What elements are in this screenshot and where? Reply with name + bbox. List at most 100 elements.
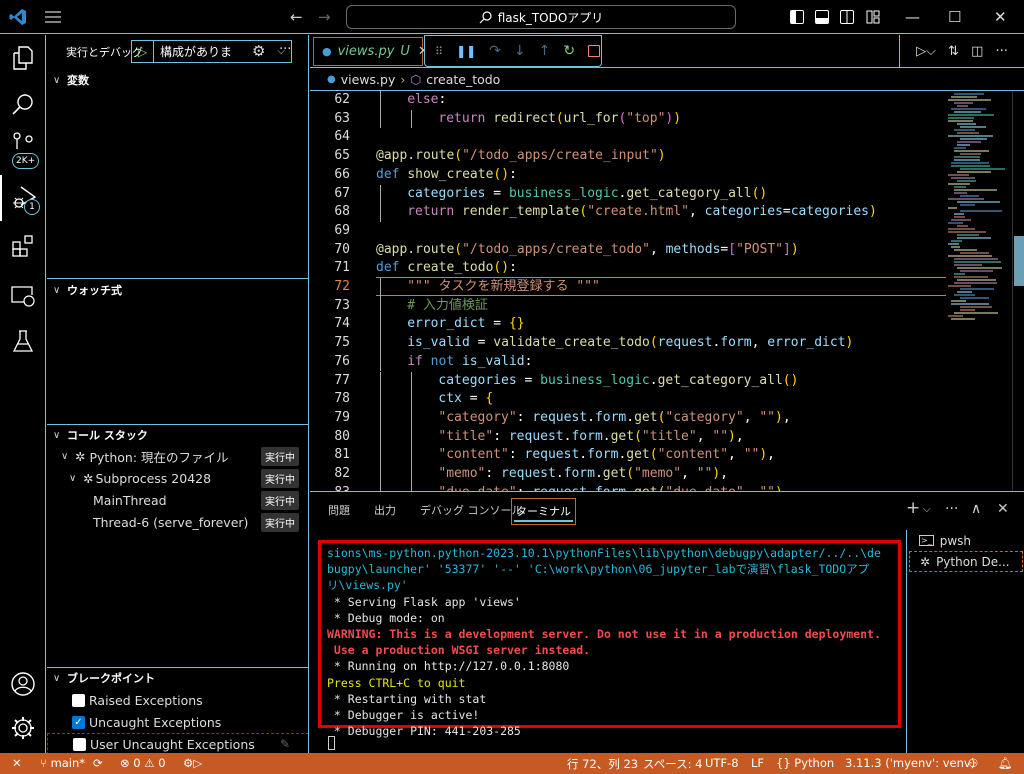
code-line[interactable]: 83 "due_date": request.form.get("due_date… — [310, 483, 946, 491]
debug-status-icon[interactable]: ⚙▷ — [183, 756, 202, 770]
step-over-icon[interactable]: ↷ — [489, 43, 501, 59]
new-terminal-icon[interactable]: + — [906, 498, 920, 518]
problems-item[interactable]: ⊗ 0 ⚠ 0 — [120, 756, 166, 770]
start-debugging-icon[interactable]: ▷ — [132, 41, 154, 62]
breakpoints-section-header[interactable]: ∨ ブレークポイント — [47, 667, 309, 689]
close-button[interactable]: ✕ — [994, 8, 1007, 26]
code-line[interactable]: 64 — [310, 128, 946, 147]
remote-indicator-icon[interactable]: ✕ — [12, 756, 22, 770]
code-line[interactable]: 66 def show_create(): — [310, 166, 946, 185]
code-line[interactable]: 63 return redirect(url_for("top")) — [310, 109, 946, 129]
tab-views-py[interactable]: ● views.py U ✕ — [313, 37, 429, 66]
checkbox-checked[interactable]: ✓ — [72, 715, 85, 729]
indentation[interactable]: スペース: 4 — [643, 756, 702, 772]
cursor-position[interactable]: 行 72、列 23 — [567, 756, 638, 772]
open-changes-icon[interactable]: ⇅ — [948, 44, 959, 59]
notifications-bell-icon[interactable]: 🔔︎ — [998, 756, 1013, 770]
more-actions-icon[interactable]: ··· — [279, 42, 291, 57]
breakpoint-raised-exceptions[interactable]: Raised Exceptions — [47, 689, 309, 711]
maximize-panel-icon[interactable]: ∧ — [971, 501, 981, 517]
breadcrumb-file[interactable]: views.py — [341, 72, 396, 87]
terminal-output[interactable]: sions\ms-python.python-2023.10.1\pythonF… — [318, 540, 901, 738]
edit-pencil-icon[interactable]: ✎ — [280, 737, 290, 751]
breakpoint-user-uncaught-exceptions[interactable]: User Uncaught Exceptions ✎ — [47, 733, 309, 755]
branch-item[interactable]: ⑂ main* — [40, 756, 85, 770]
code-line[interactable]: 69 — [310, 222, 946, 241]
checkbox[interactable] — [73, 737, 86, 751]
breakpoint-uncaught-exceptions[interactable]: ✓ Uncaught Exceptions — [47, 711, 309, 733]
code-line[interactable]: 67 categories = business_logic.get_catego… — [310, 184, 946, 204]
command-center-search[interactable]: flask_TODOアプリ — [346, 5, 736, 29]
code-line[interactable]: 78 ctx = { — [310, 390, 946, 409]
code-line[interactable]: 77 categories = business_logic.get_catego… — [310, 371, 946, 391]
variables-section-header[interactable]: ∨ 変数 — [47, 69, 309, 91]
code-line[interactable]: 75 is_valid = validate_create_todo(reques… — [310, 334, 946, 353]
encoding[interactable]: UTF-8 — [705, 756, 739, 770]
forward-button[interactable]: → — [318, 8, 331, 26]
split-editor-icon[interactable]: ◫ — [971, 44, 983, 59]
watch-section-header[interactable]: ∨ ウォッチ式 — [47, 279, 309, 301]
language-mode[interactable]: {} Python — [776, 756, 834, 770]
drag-handle-icon[interactable]: ⠿ — [435, 45, 443, 58]
terminal-pwsh[interactable]: >_ pwsh — [909, 530, 1023, 551]
tab-terminal[interactable]: ターミナル — [511, 498, 576, 525]
call-stack-session[interactable]: ∨ ✲ Subprocess 20428 実行中 — [47, 467, 309, 489]
call-stack-session[interactable]: ∨ ✲ Python: 現在のファイル 実行中 — [47, 445, 309, 467]
code-line[interactable]: 71 def create_todo(): — [310, 259, 946, 278]
terminal-python-debug[interactable]: ✲ Python De... — [909, 551, 1023, 572]
minimize-button[interactable]: — — [905, 8, 920, 26]
call-stack-thread[interactable]: MainThread 実行中 — [47, 489, 309, 511]
sync-icon[interactable]: ⟳ — [93, 756, 103, 770]
feedback-icon[interactable]: ⚇ — [968, 756, 978, 770]
code-line[interactable]: 80 "title": request.form.get("title", "")… — [310, 427, 946, 447]
code-line[interactable]: 73 # 入力値検証 — [310, 296, 946, 316]
extensions-icon[interactable] — [0, 223, 46, 269]
call-stack-section-header[interactable]: ∨ コール スタック — [47, 424, 309, 446]
code-line[interactable]: 81 "content": request.form.get("content",… — [310, 446, 946, 465]
more-actions-icon[interactable]: ··· — [996, 44, 1008, 59]
remote-explorer-icon[interactable] — [0, 273, 46, 319]
tab-debug-console[interactable]: デバッグ コンソール — [420, 502, 523, 518]
chevron-down-icon[interactable]: ⌵ — [923, 504, 931, 515]
editor-scrollbar[interactable] — [1012, 91, 1024, 491]
code-line[interactable]: 74 error_dict = {} — [310, 315, 946, 335]
close-panel-icon[interactable]: ✕ — [997, 501, 1009, 517]
run-python-file-icon[interactable]: ▷⌵ — [916, 44, 936, 59]
run-debug-icon[interactable]: 1 — [0, 175, 46, 221]
code-line[interactable]: 70 @app.route("/todo_apps/create_todo", m… — [310, 241, 946, 260]
python-interpreter[interactable]: 3.11.3 ('myenv': venv) — [845, 756, 975, 770]
source-control-icon[interactable]: 2K+ — [0, 127, 46, 173]
testing-icon[interactable] — [0, 318, 46, 364]
checkbox[interactable] — [72, 693, 85, 707]
menu-icon[interactable] — [45, 10, 61, 24]
step-into-icon[interactable]: ↓ — [514, 43, 526, 59]
more-actions-icon[interactable]: ··· — [945, 501, 958, 517]
toggle-sidebar-icon[interactable] — [790, 10, 804, 24]
code-line[interactable]: 72 """ タスクを新規登録する """ — [310, 277, 946, 297]
tab-problems[interactable]: 問題 — [328, 502, 350, 518]
minimap[interactable] — [946, 91, 1012, 491]
eol[interactable]: LF — [751, 756, 764, 770]
manage-gear-icon[interactable] — [0, 705, 46, 751]
code-line[interactable]: 79 "category": request.form.get("category… — [310, 408, 946, 428]
pause-icon[interactable]: ❚❚ — [456, 44, 476, 58]
code-editor[interactable]: 62 else: 63 return redirect(url_for("top"))… — [310, 91, 946, 491]
maximize-button[interactable]: ☐ — [948, 8, 961, 26]
code-line[interactable]: 65 @app.route("/todo_apps/create_input") — [310, 147, 946, 166]
call-stack-thread[interactable]: Thread-6 (serve_forever) 実行中 — [47, 511, 309, 533]
restart-icon[interactable]: ↻ — [563, 43, 575, 59]
toggle-panel-icon[interactable] — [815, 10, 829, 24]
step-out-icon[interactable]: ↑ — [539, 43, 551, 59]
tab-output[interactable]: 出力 — [374, 502, 396, 518]
customize-layout-icon[interactable] — [866, 10, 880, 24]
code-line[interactable]: 68 return render_template("create.html", … — [310, 203, 946, 222]
breadcrumb-symbol[interactable]: create_todo — [426, 72, 500, 87]
toggle-secondary-sidebar-icon[interactable] — [840, 10, 854, 24]
code-line[interactable]: 62 else: — [310, 91, 946, 110]
back-button[interactable]: ← — [290, 8, 303, 26]
code-line[interactable]: 76 if not is_valid: — [310, 352, 946, 372]
open-launch-json-gear-icon[interactable]: ⚙ — [252, 42, 265, 60]
accounts-icon[interactable] — [0, 661, 46, 707]
search-view-icon[interactable] — [0, 81, 46, 127]
explorer-icon[interactable] — [0, 35, 46, 81]
